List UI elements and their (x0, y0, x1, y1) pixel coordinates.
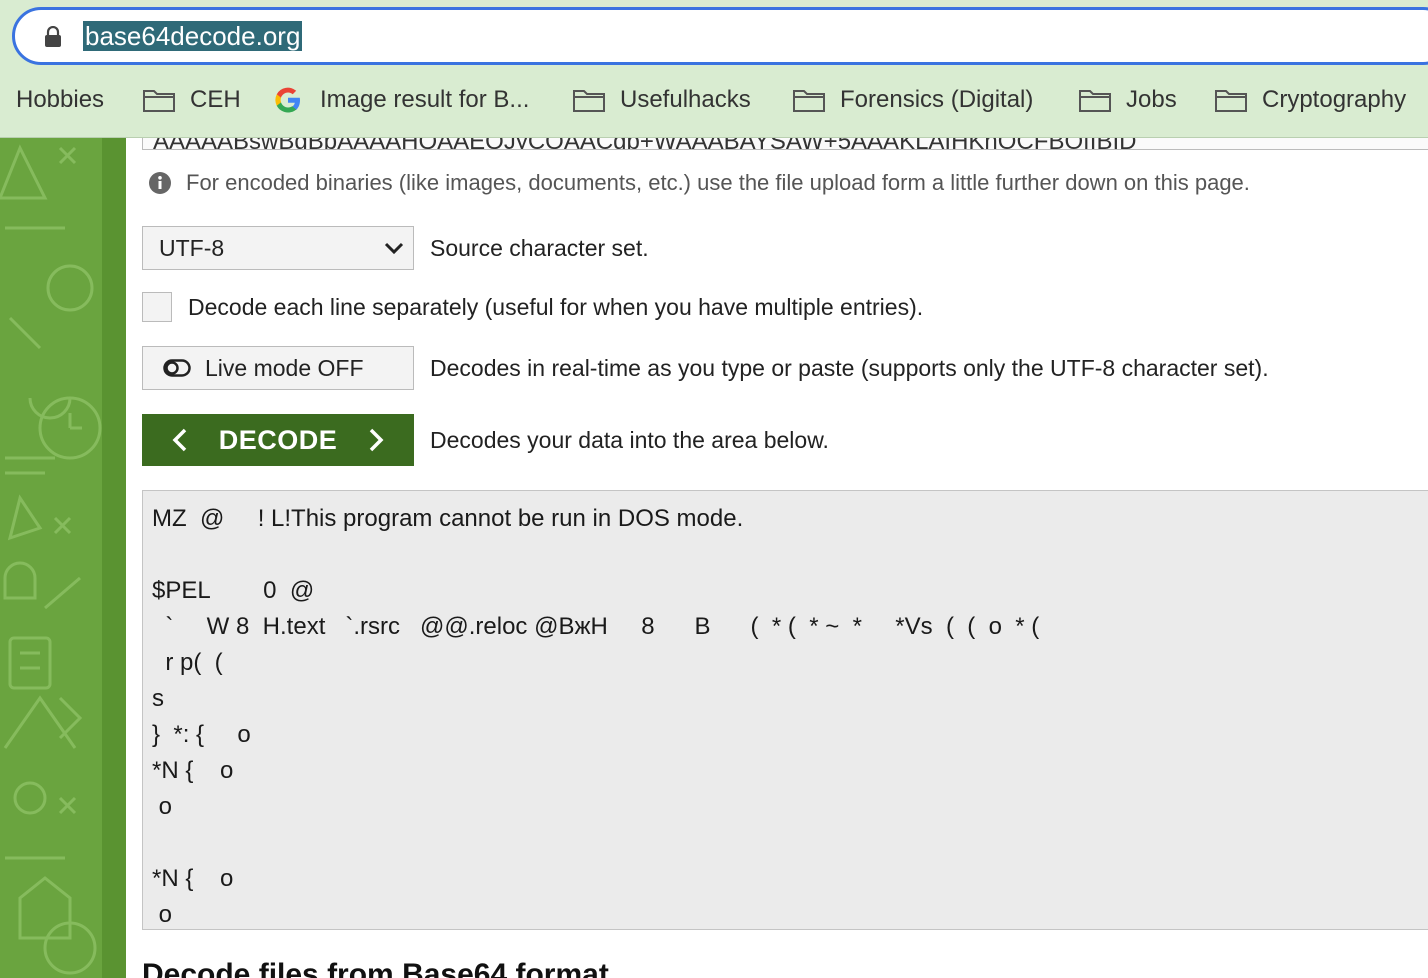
bookmark-cryptography[interactable]: Cryptography (1214, 78, 1406, 122)
charset-row: UTF-8 Source character set. (142, 226, 649, 270)
charset-selected-value: UTF-8 (159, 234, 225, 261)
bookmark-usefulhacks[interactable]: Usefulhacks (572, 78, 751, 122)
decode-lines-checkbox[interactable] (142, 292, 172, 322)
bookmark-ceh[interactable]: CEH (142, 78, 241, 122)
encoded-input-text: AAAAABswBgBbAAAAHQAAEQJyCQAACgp+WAAABAYS… (143, 138, 1428, 149)
info-icon (149, 172, 171, 194)
bookmark-image-result[interactable]: Image result for B... (272, 78, 529, 122)
live-mode-row: Live mode OFF Decodes in real-time as yo… (142, 346, 1269, 390)
bookmark-label: Hobbies (16, 86, 105, 113)
encoded-input-textarea[interactable]: AAAAABswBgBbAAAAHQAAEQJyCQAACgp+WAAABAYS… (142, 138, 1428, 150)
bookmark-hobbies[interactable]: Hobbies (16, 78, 104, 122)
live-mode-description: Decodes in real-time as you type or past… (430, 354, 1269, 381)
output-line: r p( ( (152, 649, 223, 676)
decode-lines-label: Decode each line separately (useful for … (188, 293, 924, 320)
folder-icon (1215, 90, 1247, 112)
output-line: o (152, 901, 173, 928)
sidebar-edge (102, 138, 126, 978)
output-line: *N { o (152, 865, 234, 892)
charset-description: Source character set. (430, 234, 649, 261)
toggle-icon (163, 359, 191, 377)
main-content: AAAAABswBgBbAAAAHQAAEQJyCQAACgp+WAAABAYS… (126, 138, 1428, 978)
decode-button[interactable]: DECODE (142, 414, 414, 466)
live-mode-toggle[interactable]: Live mode OFF (142, 346, 414, 390)
bookmark-label: Forensics (Digital) (840, 86, 1034, 113)
url-text[interactable]: base64decode.org (83, 21, 303, 51)
output-line: MZ @ ! L!This program cannot be run in D… (152, 505, 744, 532)
folder-icon (573, 90, 605, 112)
address-bar[interactable]: base64decode.org (12, 7, 1428, 65)
decode-lines-row: Decode each line separately (useful for … (142, 292, 923, 322)
decode-row: DECODE Decodes your data into the area b… (142, 414, 829, 466)
browser-chrome: base64decode.org Hobbies CEH Image resul… (0, 0, 1428, 138)
bookmark-forensics[interactable]: Forensics (Digital) (792, 78, 1033, 122)
google-icon (275, 87, 300, 113)
output-line: o (152, 793, 173, 820)
bookmark-label: CEH (190, 86, 241, 113)
chevron-right-icon (370, 428, 384, 452)
bookmark-label: Cryptography (1262, 86, 1407, 113)
info-text: For encoded binaries (like images, docum… (186, 170, 1250, 195)
output-line: ` W 8 H.text `.rsrc @@.reloc @BжH 8 B ( … (152, 613, 1040, 640)
bookmarks-bar: Hobbies CEH Image result for B... Useful… (0, 78, 1428, 122)
lock-icon (45, 26, 61, 47)
background-pattern (0, 138, 126, 978)
decode-button-label: DECODE (218, 424, 338, 455)
output-line: *N { o (152, 757, 234, 784)
decoded-output-textarea[interactable]: MZ @ ! L!This program cannot be run in D… (142, 490, 1428, 930)
bookmark-jobs[interactable]: Jobs (1078, 78, 1177, 122)
bookmark-label: Jobs (1126, 86, 1177, 113)
output-line: } *: { o (152, 721, 251, 748)
bookmark-label: Usefulhacks (620, 86, 751, 113)
output-line: s (152, 685, 164, 712)
info-note: For encoded binaries (like images, docum… (148, 170, 1250, 196)
decode-description: Decodes your data into the area below. (430, 426, 829, 453)
folder-icon (1079, 90, 1111, 112)
bookmark-label: Image result for B... (320, 86, 530, 113)
folder-icon (793, 90, 825, 112)
folder-icon (143, 90, 175, 112)
charset-select[interactable]: UTF-8 (142, 226, 414, 270)
live-mode-label: Live mode OFF (205, 354, 364, 381)
chevron-down-icon (384, 242, 404, 255)
output-line: $PEL 0 @ (152, 577, 315, 604)
chevron-left-icon (172, 428, 186, 452)
files-section-heading: Decode files from Base64 format (142, 958, 609, 978)
